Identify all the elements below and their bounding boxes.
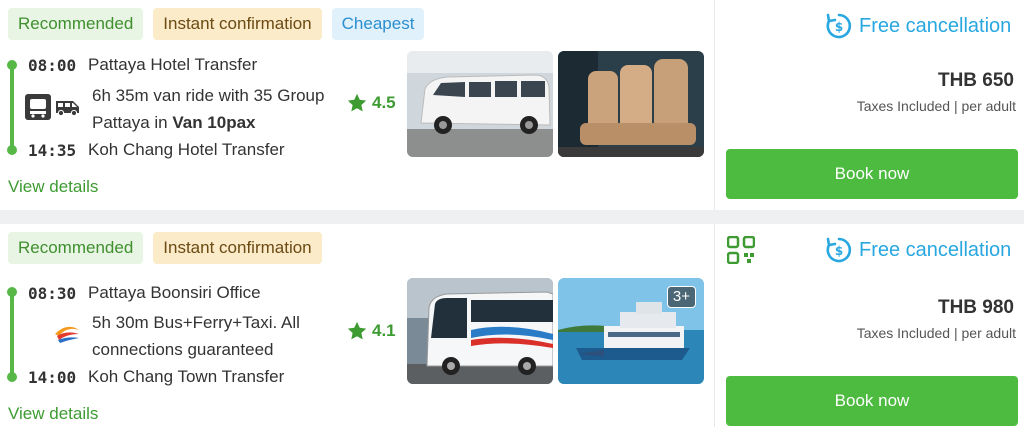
recommended-badge: Recommended (8, 8, 144, 40)
operator-logo-icon (53, 320, 81, 349)
departure-place: Pattaya Hotel Transfer (88, 55, 258, 74)
svg-text:$: $ (835, 20, 843, 34)
trip-description: 6h 35m van ride with 35 Group Pattaya in… (92, 82, 354, 136)
arrival-time: 14:35 (28, 141, 77, 160)
route-timeline (10, 292, 14, 378)
operator-logo-icon (25, 94, 51, 125)
star-icon (347, 93, 367, 112)
refund-clock-icon: $ (826, 237, 852, 263)
price: THB 650 (937, 70, 1014, 91)
arrival-dot (7, 145, 17, 155)
van-seats-photo[interactable] (558, 51, 704, 157)
rating-value: 4.1 (372, 321, 396, 340)
refund-clock-icon: $ (826, 13, 852, 39)
price: THB 980 (937, 297, 1014, 318)
arrival-place: Koh Chang Town Transfer (88, 367, 285, 386)
trip-description-text: 5h 30m Bus+Ferry+Taxi. All connections g… (92, 313, 300, 359)
badge-row: Recommended Instant confirmation Cheapes… (8, 8, 425, 40)
van-photo[interactable] (407, 51, 553, 157)
ferry-photo[interactable]: 3+ (558, 278, 704, 384)
route-timeline (10, 65, 14, 150)
pricing-panel: $ Free cancellation THB 980 Taxes Includ… (714, 224, 1024, 427)
book-now-button[interactable]: Book now (726, 149, 1018, 199)
departure-dot (7, 287, 17, 297)
van-icon (55, 97, 81, 122)
star-icon (347, 321, 367, 340)
recommended-badge: Recommended (8, 232, 144, 264)
more-photos-badge[interactable]: 3+ (666, 286, 696, 308)
free-cancellation-label: Free cancellation (859, 14, 1012, 37)
arrival-time: 14:00 (28, 368, 77, 387)
trip-description: 5h 30m Bus+Ferry+Taxi. All connections g… (92, 309, 354, 363)
qr-code-icon (726, 235, 756, 269)
free-cancellation: $ Free cancellation (825, 12, 1011, 40)
badge-row: Recommended Instant confirmation (8, 232, 322, 264)
svg-text:$: $ (835, 244, 843, 258)
vehicle-type: Van 10pax (172, 113, 256, 132)
book-now-button[interactable]: Book now (726, 376, 1018, 426)
arrival-place: Koh Chang Hotel Transfer (88, 140, 285, 159)
instant-confirmation-badge: Instant confirmation (153, 232, 322, 264)
departure-dot (7, 60, 17, 70)
arrival-dot (7, 372, 17, 382)
free-cancellation: $ Free cancellation (825, 236, 1011, 264)
rating: 4.1 (346, 320, 396, 342)
trip-card: Recommended Instant confirmation Cheapes… (0, 0, 1024, 210)
rating: 4.5 (346, 92, 396, 114)
rating-value: 4.5 (372, 93, 396, 112)
departure-time: 08:30 (28, 284, 77, 303)
taxes-note: Taxes Included | per adult (856, 98, 1016, 114)
taxes-note: Taxes Included | per adult (856, 325, 1016, 341)
free-cancellation-label: Free cancellation (859, 238, 1012, 261)
view-details-link[interactable]: View details (8, 177, 98, 197)
departure-time: 08:00 (28, 56, 77, 75)
cheapest-badge: Cheapest (331, 8, 425, 40)
departure-place: Pattaya Boonsiri Office (88, 283, 261, 302)
trip-card: Recommended Instant confirmation 08:30 P… (0, 224, 1024, 427)
pricing-panel: $ Free cancellation THB 650 Taxes Includ… (714, 0, 1024, 210)
instant-confirmation-badge: Instant confirmation (153, 8, 322, 40)
view-details-link[interactable]: View details (8, 404, 98, 424)
bus-photo[interactable] (407, 278, 553, 384)
trip-info: Recommended Instant confirmation 08:30 P… (0, 224, 714, 427)
trip-info: Recommended Instant confirmation Cheapes… (0, 0, 714, 210)
